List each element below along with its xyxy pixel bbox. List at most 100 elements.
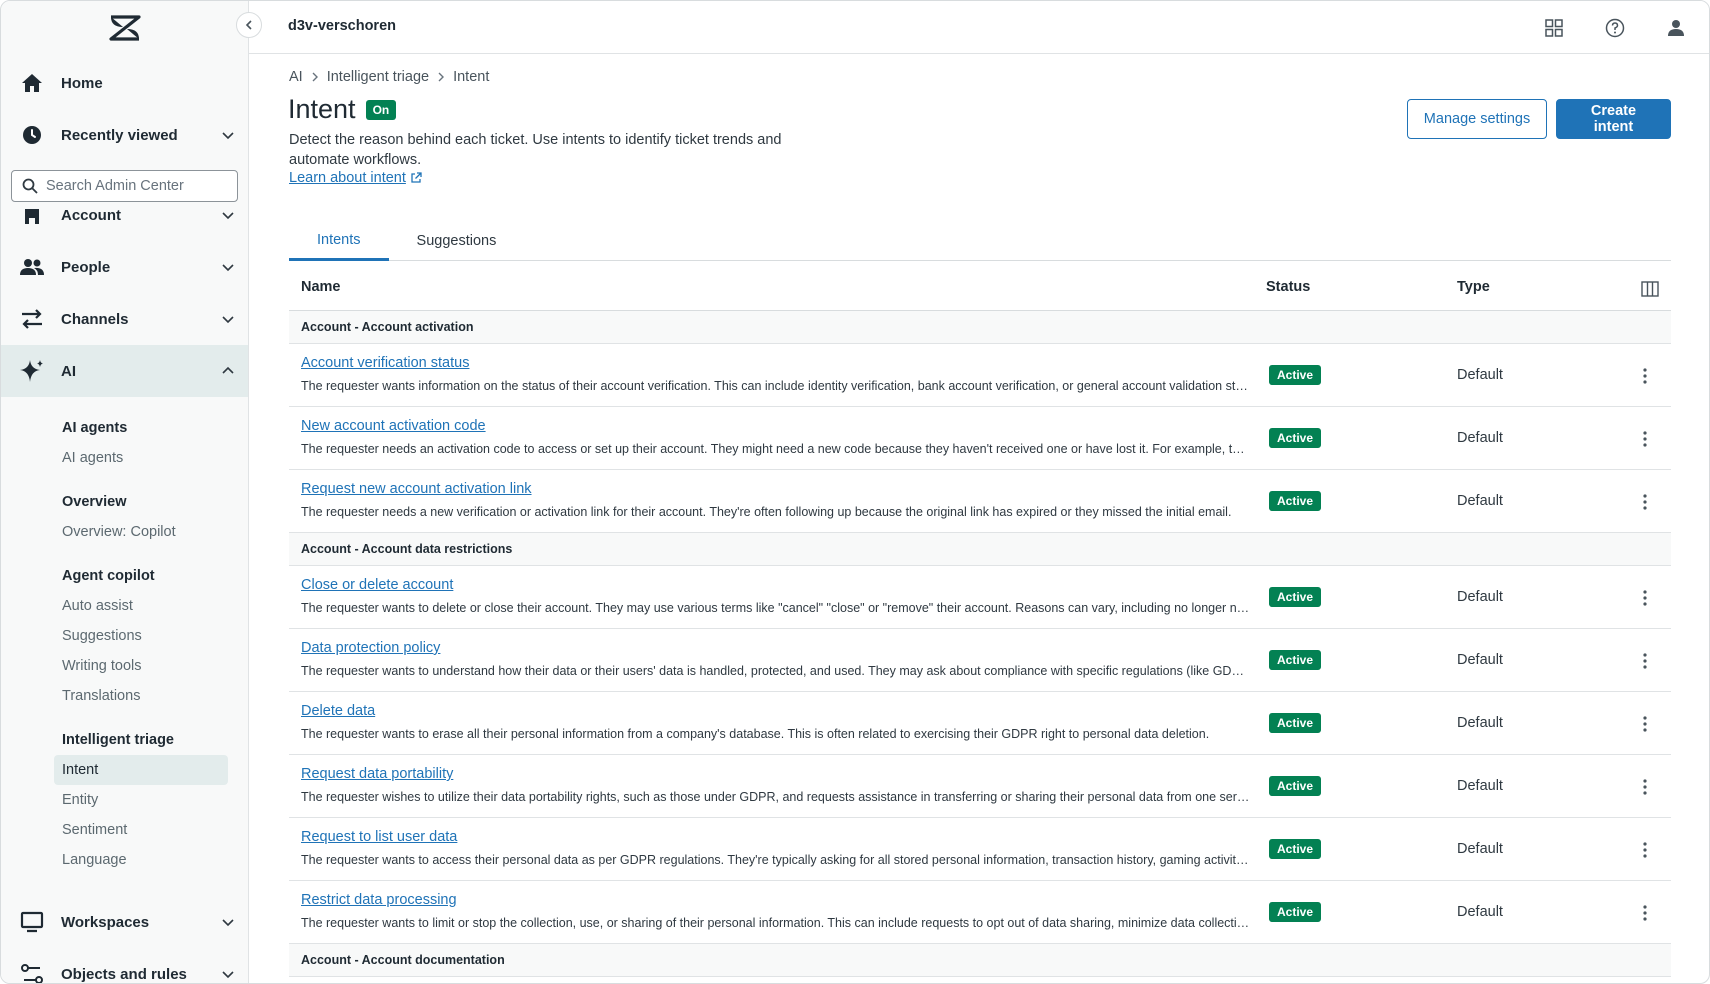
intent-name-link[interactable]: New account activation code [301,418,486,434]
intent-description: The requester wants to delete or close t… [301,601,1251,615]
user-profile-icon[interactable] [1663,15,1689,41]
intent-name-link[interactable]: Restrict data processing [301,892,457,908]
intent-name-link[interactable]: Request new account activation link [301,481,532,497]
table-header: Name Status Type [289,261,1671,311]
subnav-link-entity[interactable]: Entity [1,785,248,815]
clock-icon [19,122,45,148]
learn-about-intent-link[interactable]: Learn about intent [289,170,422,186]
more-options-icon[interactable] [1633,901,1657,925]
chevron-left-icon [245,20,252,30]
subnav-link-writing-tools[interactable]: Writing tools [1,651,248,681]
products-grid-icon[interactable] [1541,15,1567,41]
nav-channels-label: Channels [61,310,129,328]
more-options-icon[interactable] [1633,649,1657,673]
collapse-sidebar-button[interactable] [236,12,262,38]
subnav-heading: Agent copilot [62,568,155,584]
nav-bottom: Workspaces Objects and rules [1,896,248,983]
zendesk-logo[interactable] [109,15,141,41]
create-intent-button[interactable]: Create intent [1556,99,1671,139]
intent-name-link[interactable]: Request to list user data [301,829,457,845]
nav-item-home[interactable]: Home [1,57,248,109]
intent-name-link[interactable]: Close or delete account [301,577,453,593]
subnav-link-auto-assist[interactable]: Auto assist [1,591,248,621]
more-options-icon[interactable] [1633,712,1657,736]
more-options-icon[interactable] [1633,775,1657,799]
chevron-down-icon [222,132,234,140]
column-header-status[interactable]: Status [1266,279,1310,295]
table-row: Account verification status The requester… [289,344,1671,407]
intent-description: The requester wishes to utilize their da… [301,790,1251,804]
intent-name-link[interactable]: Account verification status [301,355,469,371]
admin-search[interactable] [11,170,238,202]
search-input[interactable] [46,178,226,194]
flow-icon [19,961,45,983]
intent-type: Default [1457,367,1503,383]
intent-name-link[interactable]: Data protection policy [301,640,440,656]
nav-recently-viewed-label: Recently viewed [61,126,178,144]
tab-suggestions[interactable]: Suggestions [389,221,525,261]
intents-table: Name Status Type Account - Account activ… [289,261,1671,977]
breadcrumb-ai[interactable]: AI [289,69,303,85]
more-options-icon[interactable] [1633,586,1657,610]
intent-description: The requester needs an activation code t… [301,442,1251,456]
home-icon [19,70,45,96]
subnav-section-ai-agents: AI agents AI agents [1,413,248,473]
nav-item-recently-viewed[interactable]: Recently viewed [1,109,248,161]
help-icon[interactable] [1602,15,1628,41]
table-body: Account - Account activation Account veri… [289,311,1671,977]
status-badge: Active [1269,365,1322,385]
subnav-section-intelligent-triage: Intelligent triage Intent Entity Sentime… [1,725,248,875]
subnav-link-overview-copilot[interactable]: Overview: Copilot [1,517,248,547]
column-header-type[interactable]: Type [1457,279,1490,295]
page-description: Detect the reason behind each ticket. Us… [289,132,782,168]
nav-item-channels[interactable]: Channels [1,293,248,345]
chevron-down-icon [222,971,234,979]
status-badge: Active [1269,587,1322,607]
subnav-link-language[interactable]: Language [1,845,248,875]
top-bar: d3v-verschoren [249,1,1709,54]
admin-center-window: Home Recently viewed Account People Chan… [0,0,1710,984]
subnav-link-intent[interactable]: Intent [54,755,228,785]
more-options-icon[interactable] [1633,427,1657,451]
more-options-icon[interactable] [1633,838,1657,862]
intent-name-link[interactable]: Request data portability [301,766,453,782]
intent-type: Default [1457,715,1503,731]
subnav-link-translations[interactable]: Translations [1,681,248,711]
table-row: Request new account activation link The r… [289,470,1671,533]
more-options-icon[interactable] [1633,490,1657,514]
status-badge: Active [1269,839,1322,859]
status-badge: Active [1269,491,1322,511]
nav-primary: Home Recently viewed [1,57,248,161]
subnav-link-sentiment[interactable]: Sentiment [1,815,248,845]
subnav-heading: Intelligent triage [62,732,174,748]
columns-icon[interactable] [1641,280,1659,298]
column-header-name[interactable]: Name [301,279,341,295]
subnav-link-ai-agents[interactable]: AI agents [1,443,248,473]
monitor-icon [19,909,45,935]
nav-item-objects-and-rules[interactable]: Objects and rules [1,948,248,983]
intent-type: Default [1457,904,1503,920]
breadcrumb-intent: Intent [453,69,490,85]
main-content: AI Intelligent triage Intent Intent On D… [249,54,1709,983]
breadcrumb-intelligent-triage[interactable]: Intelligent triage [327,69,429,85]
table-row: Request data portability The requester wi… [289,755,1671,818]
intent-description: The requester wants to access their pers… [301,853,1251,867]
more-options-icon[interactable] [1633,364,1657,388]
manage-settings-button[interactable]: Manage settings [1407,99,1547,139]
intent-type: Default [1457,430,1503,446]
nav-item-people[interactable]: People [1,241,248,293]
subnav-link-suggestions[interactable]: Suggestions [1,621,248,651]
table-row: New account activation code The requester… [289,407,1671,470]
status-badge: Active [1269,713,1322,733]
intent-description: The requester wants to understand how th… [301,664,1251,678]
table-row: Data protection policy The requester want… [289,629,1671,692]
nav-item-ai[interactable]: AI [1,345,248,397]
status-badge: Active [1269,776,1322,796]
table-row: Restrict data processing The requester wa… [289,881,1671,944]
search-icon [22,178,38,194]
chevron-down-icon [222,919,234,927]
intent-name-link[interactable]: Delete data [301,703,375,719]
tab-intents[interactable]: Intents [289,221,389,261]
nav-item-workspaces[interactable]: Workspaces [1,896,248,948]
chevron-up-icon [222,366,234,374]
